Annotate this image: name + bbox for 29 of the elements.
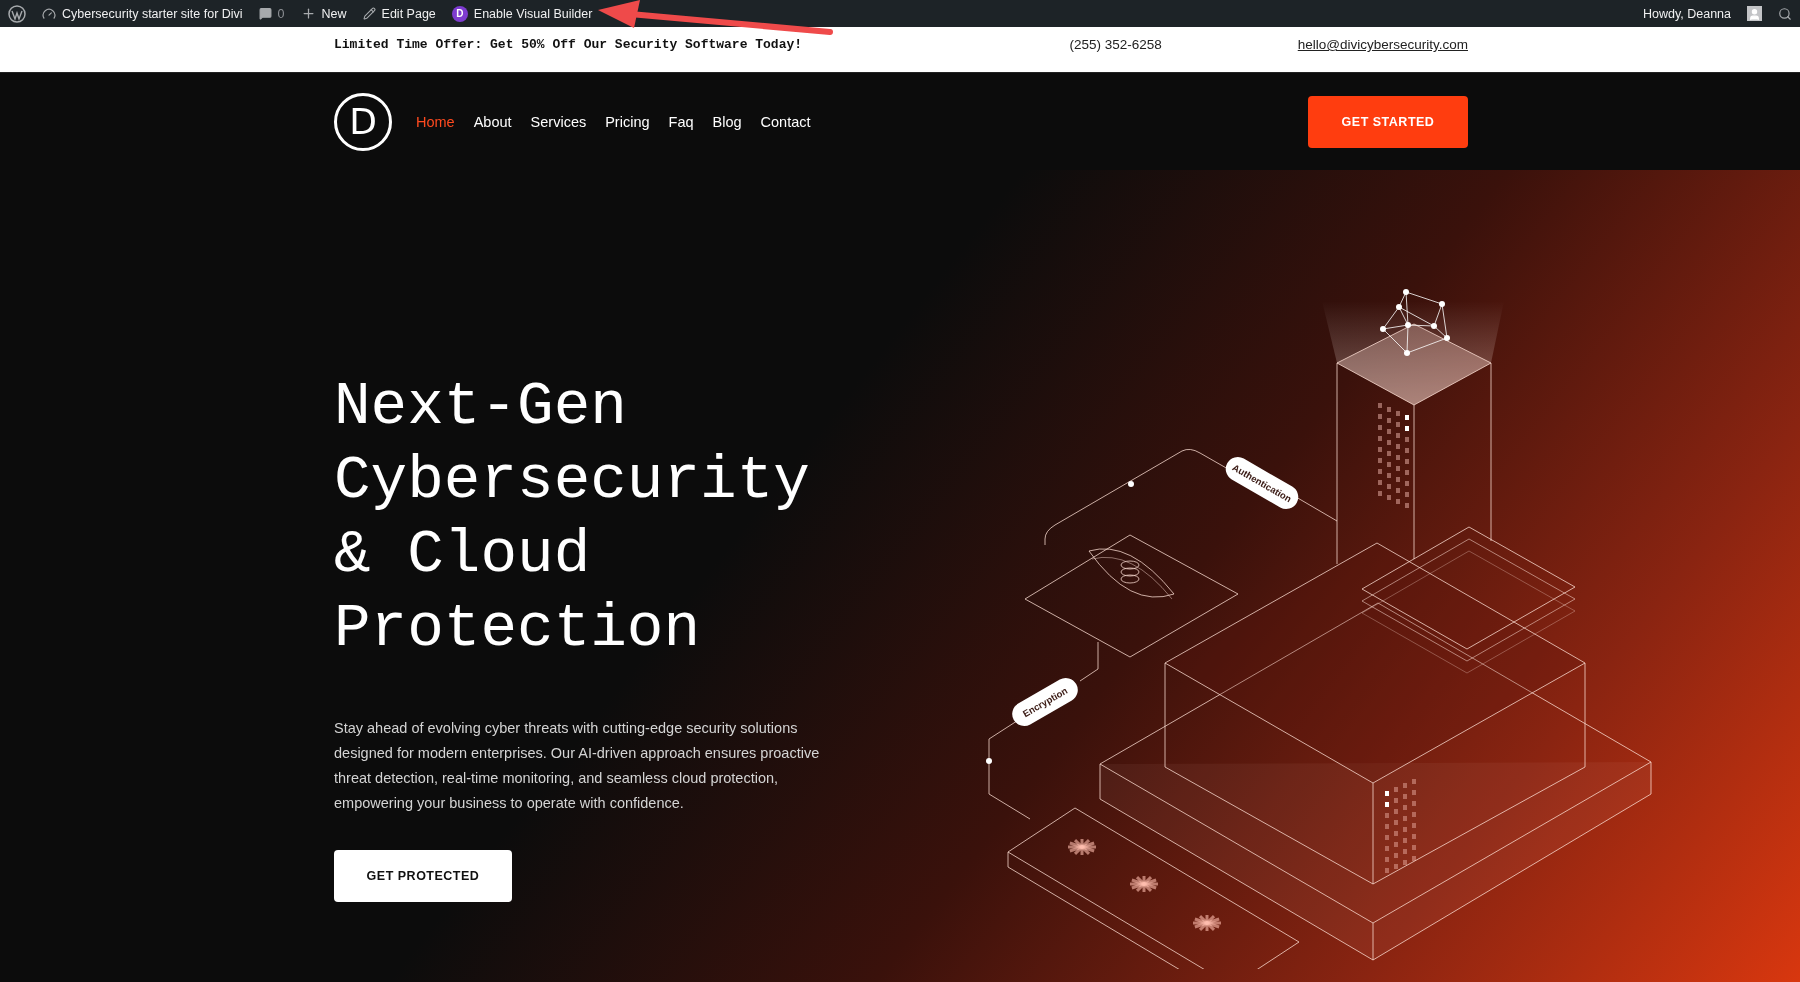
hero-heading: Next-Gen Cybersecurity & Cloud Protection [334, 371, 811, 665]
search-icon[interactable] [1778, 6, 1792, 21]
nav-link[interactable]: Contact [760, 113, 811, 130]
avatar-icon [1747, 6, 1762, 21]
nav-link[interactable]: Pricing [605, 113, 650, 130]
nav-link[interactable]: Blog [712, 113, 742, 130]
phone-number: (255) 352-6258 [1069, 37, 1162, 52]
admin-bar-item[interactable]: Edit Page [362, 6, 436, 21]
pencil-icon [362, 7, 376, 20]
builder-badge-icon: D [451, 5, 468, 22]
nav-link[interactable]: Services [530, 113, 587, 130]
admin-bar-item[interactable]: New [300, 6, 347, 21]
get-protected-button[interactable]: GET PROTECTED [334, 850, 512, 902]
email-link[interactable]: hello@divicybersecurity.com [1297, 37, 1468, 52]
wordpress-logo-icon[interactable] [8, 4, 26, 23]
admin-bar-item[interactable]: D Enable Visual Builder [451, 5, 593, 22]
nav-link[interactable]: About [473, 113, 512, 130]
plus-icon [300, 6, 316, 21]
account-greeting[interactable]: Howdy, Deanna [1643, 6, 1731, 21]
admin-bar-item[interactable]: Cybersecurity starter site for Divi [42, 6, 243, 21]
nav-link[interactable]: Home [416, 113, 455, 130]
offer-text: Limited Time Offer: Get 50% Off Our Security Software Today! [334, 37, 803, 52]
logo[interactable]: D [334, 92, 392, 151]
nav-link[interactable]: Faq [668, 113, 694, 130]
admin-bar-item[interactable]: 0 [258, 6, 285, 21]
get-started-button[interactable]: GET STARTED [1308, 95, 1468, 148]
comment-icon [258, 7, 272, 20]
hero-paragraph: Stay ahead of evolving cyber threats with cutting-edge security solutions designed for modern enterprises. Our AI-driven approach ensures proactive threat detection, real-time monitoring, and seamless cloud protection, empowering your business to operate with confidence. [334, 719, 821, 813]
dashboard-icon [42, 6, 56, 21]
